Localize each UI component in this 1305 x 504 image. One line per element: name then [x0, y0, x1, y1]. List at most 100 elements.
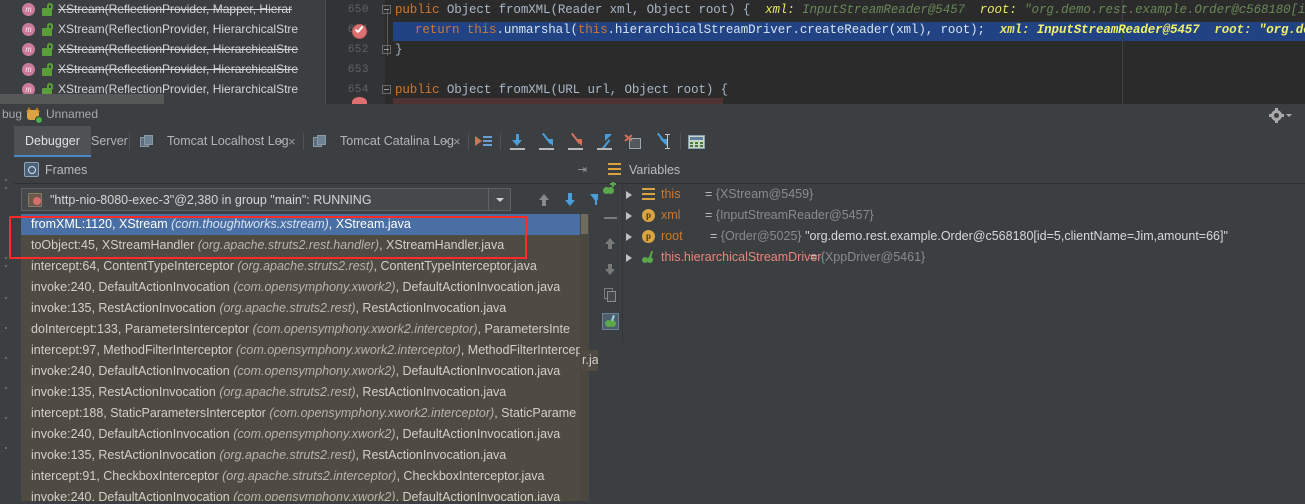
- variable-value: {InputStreamReader@5457}: [716, 208, 874, 222]
- fold-collapse-icon[interactable]: [382, 85, 393, 96]
- completion-item[interactable]: m XStream(ReflectionProvider, Hierarchic…: [0, 20, 325, 39]
- fold-collapse-icon[interactable]: [382, 5, 393, 16]
- tomcat-icon: [26, 108, 41, 122]
- code-completion-popup[interactable]: m XStream(ReflectionProvider, Mapper, Hi…: [0, 0, 326, 104]
- frames-up-button[interactable]: [535, 190, 554, 209]
- variable-name: root: [661, 226, 683, 247]
- frame-row[interactable]: intercept:64, ContentTypeInterceptor (or…: [21, 256, 589, 277]
- completion-item-label: XStream(ReflectionProvider, Hierarchical…: [58, 40, 298, 59]
- frames-panel-header: Frames ⇥: [14, 157, 596, 184]
- frame-row[interactable]: intercept:188, StaticParametersIntercept…: [21, 403, 589, 424]
- variables-panel-header: Variables: [598, 157, 1305, 184]
- show-execution-point-button[interactable]: [475, 134, 492, 150]
- watch-field-icon: [642, 251, 655, 264]
- debug-tool-window-header: bug Unnamed: [0, 104, 1305, 127]
- completion-item[interactable]: m XStream(ReflectionProvider, Mapper, Hi…: [0, 0, 325, 19]
- step-over-button[interactable]: [509, 134, 526, 150]
- frame-row[interactable]: intercept:97, MethodFilterInterceptor (c…: [21, 340, 589, 361]
- frames-down-button[interactable]: [561, 190, 580, 209]
- frames-scrollbar-thumb[interactable]: [581, 214, 588, 234]
- code-line-652: }: [395, 43, 402, 57]
- public-lock-icon: [42, 23, 53, 36]
- breakpoint-verified-icon[interactable]: [352, 24, 367, 39]
- variable-value: {XStream@5459}: [716, 187, 813, 201]
- variable-name: xml: [661, 205, 680, 226]
- step-out-button[interactable]: [596, 134, 613, 150]
- copy-button[interactable]: [602, 287, 619, 304]
- evaluate-expression-button[interactable]: [688, 134, 705, 150]
- public-lock-icon: [42, 3, 53, 16]
- expand-triangle-icon[interactable]: [626, 233, 632, 241]
- frame-row[interactable]: invoke:135, RestActionInvocation (org.ap…: [21, 382, 589, 403]
- left-side-strip: [0, 157, 15, 504]
- drop-frame-button[interactable]: [625, 134, 642, 150]
- parameter-p-icon: p: [642, 230, 655, 243]
- frame-row[interactable]: invoke:240, DefaultActionInvocation (com…: [21, 424, 589, 445]
- close-tab-icon[interactable]: ×: [288, 134, 296, 149]
- variable-name: this: [661, 184, 680, 205]
- variables-tree[interactable]: this = {XStream@5459} p xml = {InputStre…: [620, 184, 1305, 504]
- method-icon: m: [22, 23, 35, 36]
- breakpoint-icon[interactable]: [352, 97, 367, 104]
- popup-horizontal-scrollbar[interactable]: [0, 94, 164, 104]
- force-step-into-button[interactable]: [567, 134, 584, 150]
- expand-triangle-icon[interactable]: [626, 191, 632, 199]
- frame-row[interactable]: doIntercept:133, ParametersInterceptor (…: [21, 319, 589, 340]
- log-icon: [140, 135, 153, 148]
- run-to-cursor-button[interactable]: [654, 134, 671, 150]
- pin-tab-icon[interactable]: ⇥: [440, 135, 449, 148]
- thread-selector[interactable]: "http-nio-8080-exec-3"@2,380 in group "m…: [21, 188, 511, 211]
- frame-row[interactable]: invoke:240, DefaultActionInvocation (com…: [21, 487, 589, 501]
- frames-list[interactable]: fromXML:1120, XStream (com.thoughtworks.…: [21, 214, 589, 501]
- fold-collapse-icon[interactable]: [382, 45, 393, 56]
- gear-icon[interactable]: [1270, 109, 1283, 122]
- move-down-button[interactable]: [602, 261, 619, 278]
- line-number: 654: [325, 84, 369, 96]
- variables-panel-title: Variables: [629, 163, 680, 177]
- frame-row[interactable]: toObject:45, XStreamHandler (org.apache.…: [21, 235, 589, 256]
- method-icon: m: [22, 43, 35, 56]
- frames-panel: Frames ⇥ "http-nio-8080-exec-3"@2,380 in…: [14, 157, 596, 504]
- completion-item[interactable]: m XStream(ReflectionProvider, Hierarchic…: [0, 60, 325, 79]
- chevron-down-icon[interactable]: [1286, 114, 1292, 117]
- intellij-debugger-window: 650 651 652 653 654 public Object fromXM…: [0, 0, 1305, 504]
- public-lock-icon: [42, 63, 53, 76]
- pin-tab-icon[interactable]: ⇥: [275, 135, 284, 148]
- pin-panel-icon[interactable]: ⇥: [578, 163, 587, 176]
- code-line-650: public Object fromXML(Reader xml, Object…: [395, 3, 1305, 17]
- move-up-button[interactable]: [602, 235, 619, 252]
- frame-row[interactable]: invoke:240, DefaultActionInvocation (com…: [21, 361, 589, 382]
- expand-triangle-icon[interactable]: [626, 254, 632, 262]
- tab-server[interactable]: Server: [80, 126, 139, 157]
- completion-item-label: XStream(ReflectionProvider, Hierarchical…: [58, 20, 298, 39]
- object-lines-icon: [642, 188, 655, 201]
- variables-icon: [608, 163, 621, 176]
- debugger-tab-strip[interactable]: Debugger Server Tomcat Localhost Log ⇥ ×…: [0, 126, 1305, 158]
- frame-row[interactable]: invoke:240, DefaultActionInvocation (com…: [21, 277, 589, 298]
- completion-item[interactable]: m XStream(ReflectionProvider, Hierarchic…: [0, 40, 325, 59]
- step-into-button[interactable]: [538, 134, 555, 150]
- chevron-down-icon[interactable]: [488, 189, 510, 210]
- frame-row[interactable]: invoke:135, RestActionInvocation (org.ap…: [21, 445, 589, 466]
- code-line-654: public Object fromXML(URL url, Object ro…: [395, 83, 728, 97]
- variables-panel: Variables this = {XStream@5459} p xml = …: [598, 157, 1305, 504]
- remove-watch-button[interactable]: [602, 209, 619, 226]
- debug-window-label: bug: [2, 107, 22, 121]
- frame-row[interactable]: intercept:91, CheckboxInterceptor (org.a…: [21, 466, 589, 487]
- log-icon: [313, 135, 326, 148]
- thread-selector-value: "http-nio-8080-exec-3"@2,380 in group "m…: [50, 193, 372, 207]
- variables-side-toolbar[interactable]: [598, 182, 623, 342]
- expand-triangle-icon[interactable]: [626, 212, 632, 220]
- parameter-p-icon: p: [642, 209, 655, 222]
- frame-row[interactable]: invoke:135, RestActionInvocation (org.ap…: [21, 298, 589, 319]
- add-watch-button[interactable]: [602, 182, 619, 199]
- inspect-button[interactable]: [602, 313, 619, 330]
- frame-row[interactable]: fromXML:1120, XStream (com.thoughtworks.…: [21, 214, 581, 235]
- close-tab-icon[interactable]: ×: [453, 134, 461, 149]
- method-icon: m: [22, 3, 35, 16]
- completion-item-label: XStream(ReflectionProvider, Hierarchical…: [58, 60, 298, 79]
- frames-panel-title: Frames: [45, 163, 87, 177]
- variable-value: {XppDriver@5461}: [821, 250, 925, 264]
- line-number: 652: [325, 44, 369, 56]
- variable-name: this.hierarchicalStreamDriver: [661, 247, 821, 268]
